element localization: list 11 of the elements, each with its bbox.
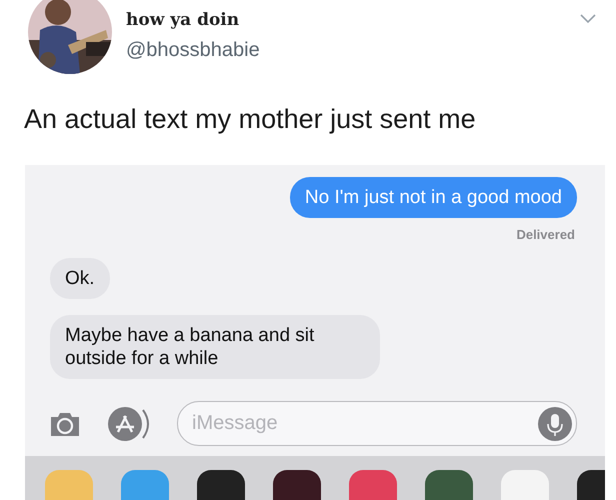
microphone-icon[interactable] — [538, 406, 572, 440]
delivery-status: Delivered — [516, 227, 575, 242]
camera-icon[interactable] — [49, 410, 81, 436]
received-message: Maybe have a banana and sit outside for a while — [50, 315, 380, 379]
display-name: how ya doin — [126, 10, 240, 30]
sent-message: No I'm just not in a good mood — [290, 177, 577, 218]
tweet-text: An actual text my mother just sent me — [24, 104, 476, 135]
chevron-down-icon[interactable] — [580, 14, 596, 24]
username: @bhossbhabie — [126, 39, 260, 62]
message-field[interactable]: iMessage — [177, 401, 577, 446]
received-message: Ok. — [50, 258, 110, 299]
